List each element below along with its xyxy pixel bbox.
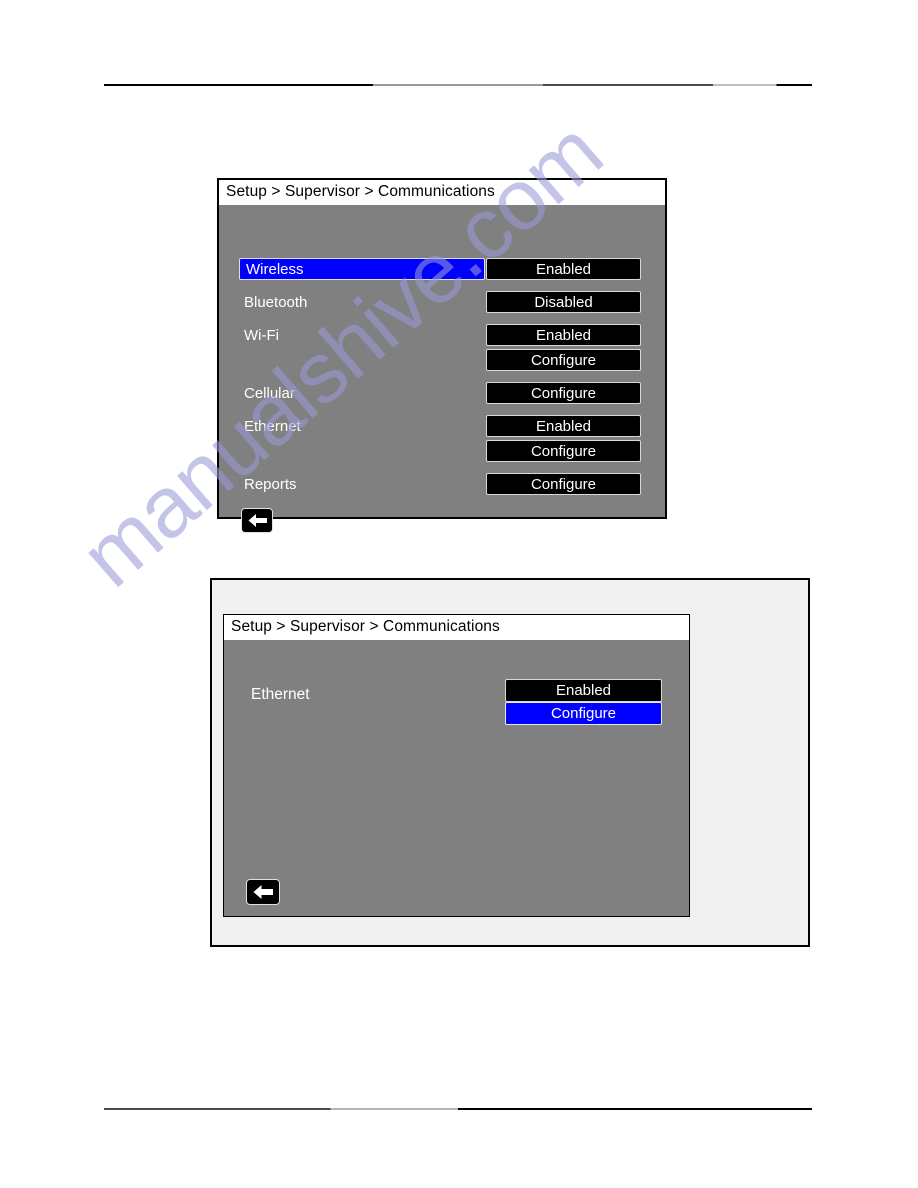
ethernet-enabled-label-fig2: Enabled	[555, 682, 612, 699]
wireless-enabled-label: Enabled	[535, 260, 592, 278]
figure-2-frame: Setup > Supervisor > Communications Ethe…	[210, 578, 810, 947]
row-label-ethernet-fig2: Ethernet	[251, 686, 310, 703]
ethernet-configure-label: Configure	[530, 442, 597, 460]
back-arrow-icon	[252, 884, 274, 900]
row-label-cellular: Cellular	[244, 385, 295, 402]
bluetooth-disabled-label: Disabled	[534, 293, 593, 311]
row-label-wireless: Wireless	[246, 260, 304, 278]
wifi-enabled-button[interactable]: Enabled	[486, 324, 641, 346]
back-button-fig1[interactable]	[241, 508, 273, 533]
ethernet-enabled-button-fig2[interactable]: Enabled	[505, 679, 662, 702]
wifi-enabled-label: Enabled	[535, 326, 592, 344]
row-label-ethernet: Ethernet	[244, 418, 301, 435]
wireless-enabled-button[interactable]: Enabled	[486, 258, 641, 280]
ethernet-enabled-button[interactable]: Enabled	[486, 415, 641, 437]
ethernet-configure-label-fig2: Configure	[550, 705, 617, 722]
row-label-wifi: Wi-Fi	[244, 327, 279, 344]
cellular-configure-button[interactable]: Configure	[486, 382, 641, 404]
ethernet-enabled-label: Enabled	[535, 417, 592, 435]
page-header-rule	[104, 84, 812, 86]
ethernet-configure-screen: Setup > Supervisor > Communications Ethe…	[223, 614, 690, 917]
back-button-fig2[interactable]	[246, 879, 280, 905]
breadcrumb-title-fig1: Setup > Supervisor > Communications	[219, 180, 665, 205]
cellular-configure-label: Configure	[530, 384, 597, 402]
reports-configure-button[interactable]: Configure	[486, 473, 641, 495]
breadcrumb-title-fig2: Setup > Supervisor > Communications	[224, 615, 689, 640]
menu-row-wireless-highlight[interactable]: Wireless	[239, 258, 485, 280]
wifi-configure-label: Configure	[530, 351, 597, 369]
row-label-bluetooth: Bluetooth	[244, 294, 308, 311]
ethernet-configure-button-fig2[interactable]: Configure	[505, 702, 662, 725]
communications-menu-screen: Setup > Supervisor > Communications Wire…	[217, 178, 667, 533]
row-label-reports: Reports	[244, 476, 297, 493]
bluetooth-disabled-button[interactable]: Disabled	[486, 291, 641, 313]
ethernet-configure-button[interactable]: Configure	[486, 440, 641, 462]
reports-configure-label: Configure	[530, 475, 597, 493]
wifi-configure-button[interactable]: Configure	[486, 349, 641, 371]
back-arrow-icon	[247, 513, 268, 528]
page-footer-rule	[104, 1108, 812, 1110]
